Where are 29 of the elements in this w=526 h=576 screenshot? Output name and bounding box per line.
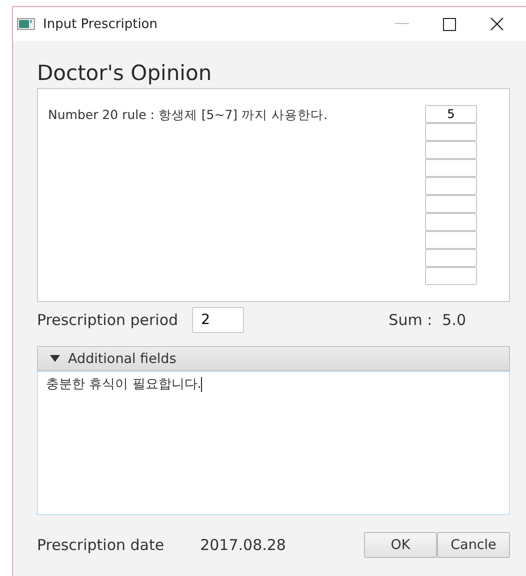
additional-fields-header[interactable]: Additional fields bbox=[37, 346, 510, 371]
cancel-button[interactable]: Cancle bbox=[437, 532, 510, 558]
section-heading: Doctor's Opinion bbox=[37, 61, 213, 87]
rule-text: Number 20 rule : 항생제 [5~7] 까지 사용한다. bbox=[48, 107, 328, 124]
score-field[interactable]: 5 bbox=[425, 105, 477, 123]
score-field[interactable] bbox=[425, 249, 477, 267]
score-field[interactable] bbox=[425, 213, 477, 231]
score-field[interactable] bbox=[425, 123, 477, 141]
score-field[interactable] bbox=[425, 177, 477, 195]
additional-fields-label: Additional fields bbox=[68, 350, 176, 366]
app-icon bbox=[17, 18, 35, 30]
period-field[interactable]: 2 bbox=[192, 307, 244, 333]
maximize-icon[interactable] bbox=[443, 18, 456, 30]
minimize-icon[interactable] bbox=[395, 23, 409, 25]
score-field[interactable] bbox=[425, 141, 477, 159]
period-label: Prescription period bbox=[37, 311, 178, 329]
ok-button[interactable]: OK bbox=[364, 532, 437, 558]
score-field[interactable] bbox=[425, 159, 477, 177]
notes-field[interactable]: 충분한 휴식이 필요합니다. bbox=[37, 371, 510, 515]
score-field[interactable] bbox=[425, 267, 477, 285]
sum-label: Sum : bbox=[388, 311, 432, 329]
score-field[interactable] bbox=[425, 195, 477, 213]
window-title: Input Prescription bbox=[43, 16, 158, 32]
triangle-icon bbox=[50, 354, 60, 362]
score-field[interactable] bbox=[425, 231, 477, 249]
close-icon[interactable] bbox=[490, 17, 504, 31]
sum-value: 5.0 bbox=[442, 311, 466, 329]
date-value: 2017.08.28 bbox=[200, 536, 286, 554]
date-label: Prescription date bbox=[37, 536, 164, 554]
